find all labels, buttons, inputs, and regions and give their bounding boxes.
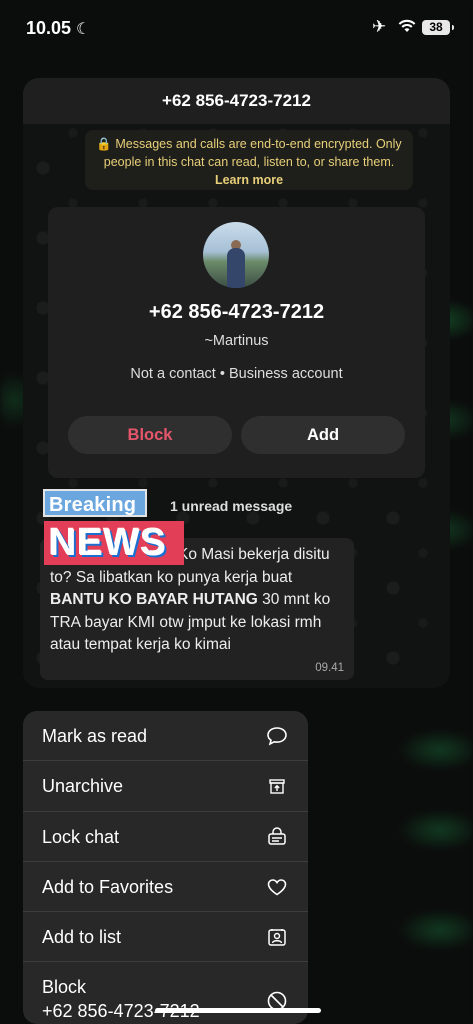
menu-item-unarchive[interactable]: Unarchive — [23, 761, 308, 812]
airplane-icon: ✈ — [372, 17, 387, 36]
menu-item-add-to-list[interactable]: Add to list — [23, 912, 308, 963]
status-bar: 10.05 ☾ ✈ 38 — [0, 0, 473, 56]
menu-item-block[interactable]: Block +62 856-4723-7212 — [23, 962, 308, 1024]
news-badge: NEWS — [44, 521, 184, 565]
lock-chat-icon — [268, 826, 286, 845]
message-time: 09.41 — [315, 662, 344, 674]
profile-info: Not a contact • Business account — [130, 366, 343, 382]
block-button[interactable]: Block — [68, 416, 232, 454]
wifi-icon — [398, 19, 416, 32]
avatar — [203, 222, 269, 288]
battery-indicator: 38 — [422, 20, 454, 35]
menu-item-add-to-favorites[interactable]: Add to Favorites — [23, 862, 308, 913]
speech-bubble-icon — [267, 727, 287, 746]
encryption-notice[interactable]: 🔒 Messages and calls are end-to-end encr… — [85, 130, 413, 190]
breaking-badge: Breaking — [43, 489, 147, 517]
chat-preview[interactable]: +62 856-4723-7212 🔒 Messages and calls a… — [23, 78, 450, 688]
chat-title: +62 856-4723-7212 — [23, 78, 450, 124]
context-menu: Mark as read Unarchive Lock chat Add to … — [23, 711, 308, 1024]
profile-name: ~Martinus — [204, 333, 269, 349]
menu-item-lock-chat[interactable]: Lock chat — [23, 812, 308, 862]
moon-icon: ☾ — [76, 21, 91, 38]
learn-more-link[interactable]: Learn more — [215, 173, 283, 187]
contact-profile-card: +62 856-4723-7212 ~Martinus Not a contac… — [48, 207, 425, 478]
add-contact-button[interactable]: Add — [241, 416, 405, 454]
heart-icon — [267, 879, 287, 896]
profile-number: +62 856-4723-7212 — [148, 301, 325, 323]
clock: 10.05 — [26, 18, 72, 38]
unread-divider: 1 unread message — [170, 498, 293, 514]
unarchive-box-icon — [269, 779, 285, 794]
home-indicator — [155, 1008, 321, 1013]
contact-list-icon — [268, 929, 286, 946]
menu-item-mark-as-read[interactable]: Mark as read — [23, 711, 308, 762]
encryption-text: 🔒 Messages and calls are end-to-end encr… — [96, 137, 402, 169]
